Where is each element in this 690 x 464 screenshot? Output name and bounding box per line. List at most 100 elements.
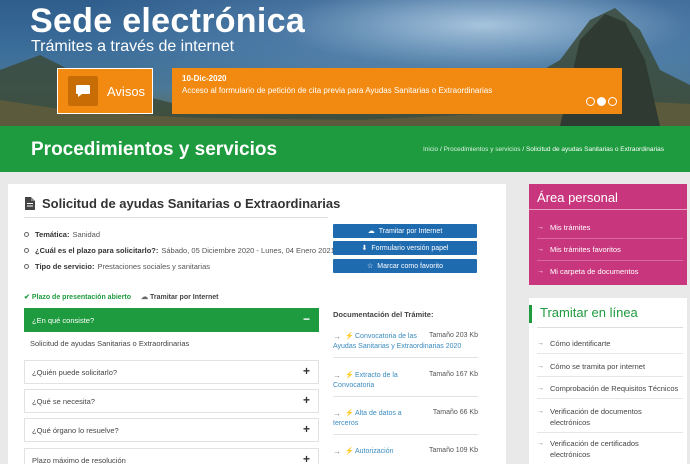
divider (537, 353, 683, 354)
link-label: Comprobación de Requisitos Técnicos (550, 384, 679, 393)
link-label: Cómo se tramita por internet (550, 362, 646, 371)
breadcrumb-current: Solicitud de ayudas Sanitarias o Extraor… (525, 146, 664, 153)
accordion-que-se-necesita[interactable]: ¿Qué se necesita? + (24, 389, 319, 413)
expand-icon[interactable]: + (303, 393, 310, 407)
bullet-icon (24, 264, 29, 269)
button-label: Tramitar por Internet (378, 227, 443, 235)
divider (24, 217, 328, 218)
procedure-header: Solicitud de ayudas Sanitarias o Extraor… (24, 196, 340, 211)
marcar-favorito-button[interactable]: ☆ Marcar como favorito (333, 259, 477, 273)
doc-link[interactable]: Alta de datos a (355, 409, 402, 419)
divider (537, 376, 683, 377)
breadcrumb-home[interactable]: Inicio (423, 146, 438, 153)
meta-value: Sanidad (72, 230, 100, 239)
procedure-card: Solicitud de ayudas Sanitarias o Extraor… (8, 184, 506, 464)
meta-label: ¿Cuál es el plazo para solicitarlo?: (35, 246, 159, 255)
doc-link-line2[interactable]: terceros (333, 419, 358, 429)
arrow-right-icon: → (537, 385, 544, 392)
verificacion-certificados-link[interactable]: → Verificación de certificados electrónic… (537, 438, 683, 460)
tramitar-en-linea-title: Tramitar en línea (529, 305, 638, 323)
mi-carpeta-link[interactable]: → Mi carpeta de documentos (537, 267, 638, 276)
doc-item[interactable]: → ⚡ Alta de datos a terceros Tamaño 66 K… (333, 409, 478, 439)
expand-icon[interactable]: + (303, 364, 310, 378)
plazo-abierto-status: ✔ Plazo de presentación abierto (24, 293, 131, 301)
section-title: Procedimientos y servicios (31, 139, 278, 160)
arrow-right-icon: → (537, 340, 544, 347)
link-label: Cómo identificarte (550, 339, 611, 348)
avisos-box[interactable]: Avisos (57, 68, 153, 114)
accordion-plazo-maximo[interactable]: Plazo máximo de resolución + (24, 448, 319, 464)
collapse-icon[interactable]: − (303, 312, 310, 326)
doc-link[interactable]: Extracto de la (355, 371, 398, 381)
site-subtitle: Trámites a través de internet (31, 38, 235, 55)
divider (333, 434, 478, 435)
comprobacion-requisitos-link[interactable]: → Comprobación de Requisitos Técnicos (537, 383, 683, 394)
site-title[interactable]: Sede electrónica (30, 2, 305, 41)
doc-item[interactable]: → ⚡ Extracto de la Convocatoria Tamaño 1… (333, 371, 478, 401)
document-icon (25, 197, 35, 210)
divider (333, 357, 478, 358)
slider-dot[interactable] (608, 97, 617, 106)
expand-icon[interactable]: + (303, 422, 310, 436)
news-date: 10-Dic-2020 (182, 74, 227, 83)
accordion-title: Plazo máximo de resolución (32, 456, 126, 464)
divider (537, 398, 683, 399)
doc-size: Tamaño 203 Kb (428, 332, 478, 339)
accordion-title: ¿Qué órgano lo resuelve? (32, 426, 119, 435)
slider-dot-active[interactable] (597, 97, 606, 106)
formulario-papel-button[interactable]: ⬇ Formulario versión papel (333, 241, 477, 255)
doc-item[interactable]: → ⚡ Convocatoria de las Ayudas Sanitaria… (333, 332, 478, 362)
bullet-icon (24, 248, 29, 253)
documentacion-title: Documentación del Trámite: (333, 310, 434, 319)
mis-tramites-favoritos-link[interactable]: → Mis trámites favoritos (537, 245, 621, 254)
breadcrumb-procedimientos[interactable]: Procedimientos y servicios (444, 146, 521, 153)
slider-dot[interactable] (586, 97, 595, 106)
meta-label: Tipo de servicio: (35, 262, 95, 271)
doc-link[interactable]: Convocatoria de las (355, 332, 417, 342)
meta-value: Prestaciones sociales y sanitarias (97, 262, 211, 271)
arrow-right-icon: → (333, 371, 341, 380)
doc-link[interactable]: Autorización (355, 447, 394, 457)
speech-bubble-icon (68, 76, 98, 106)
slider-dots (586, 97, 617, 106)
divider (537, 327, 683, 328)
verificacion-documentos-link[interactable]: → Verificación de documentos electrónicos (537, 406, 683, 428)
meta-tematica: Temática: Sanidad (24, 230, 100, 239)
arrow-right-icon: → (537, 224, 544, 231)
doc-link-line2[interactable]: Convocatoria (333, 381, 374, 391)
news-link[interactable]: Acceso al formulario de petición de cita… (182, 86, 492, 95)
arrow-right-icon: → (537, 268, 544, 275)
arrow-right-icon: → (537, 440, 544, 447)
mis-tramites-link[interactable]: → Mis trámites (537, 223, 590, 232)
divider (537, 238, 683, 239)
bullet-icon (24, 232, 29, 237)
doc-link-line2[interactable]: Ayudas Sanitarias y Extraordinarias 2020 (333, 342, 461, 352)
link-label: Verificación de certificados electrónicos (550, 439, 639, 459)
divider (537, 260, 683, 261)
area-personal-panel: Área personal → Mis trámites → Mis trámi… (529, 184, 687, 285)
como-se-tramita-link[interactable]: → Cómo se tramita por internet (537, 361, 683, 372)
como-identificarte-link[interactable]: → Cómo identificarte (537, 338, 683, 349)
accordion-content: Solicitud de ayudas Sanitarias o Extraor… (30, 339, 190, 348)
meta-label: Temática: (35, 230, 70, 239)
news-ticker[interactable]: 10-Dic-2020 Acceso al formulario de peti… (172, 68, 622, 114)
expand-icon[interactable]: + (303, 452, 310, 464)
tramitar-internet-status: ☁ Tramitar por Internet (141, 293, 218, 301)
cloud-icon: ☁ (141, 294, 149, 301)
arrow-right-icon: → (537, 246, 544, 253)
doc-item[interactable]: → ⚡ Autorización Tamaño 109 Kb (333, 447, 478, 461)
arrow-right-icon: → (537, 363, 544, 370)
accordion-title: ¿En qué consiste? (32, 316, 95, 325)
button-label: Formulario versión papel (371, 244, 449, 252)
accordion-que-organo[interactable]: ¿Qué órgano lo resuelve? + (24, 418, 319, 442)
accordion-title: ¿Quién puede solicitarlo? (32, 368, 118, 377)
section-band: Procedimientos y servicios Inicio / Proc… (0, 126, 690, 172)
tramitar-internet-button[interactable]: ☁ Tramitar por Internet (333, 224, 477, 238)
area-personal-title: Área personal (529, 184, 687, 210)
accordion-quien-puede[interactable]: ¿Quién puede solicitarlo? + (24, 360, 319, 384)
meta-plazo: ¿Cuál es el plazo para solicitarlo?: Sáb… (24, 246, 335, 255)
doc-size: Tamaño 66 Kb (432, 409, 478, 416)
accordion-en-que-consiste[interactable]: ¿En qué consiste? − (24, 308, 319, 332)
cloud-icon: ☁ (367, 228, 375, 235)
link-label: Verificación de documentos electrónicos (550, 407, 642, 427)
